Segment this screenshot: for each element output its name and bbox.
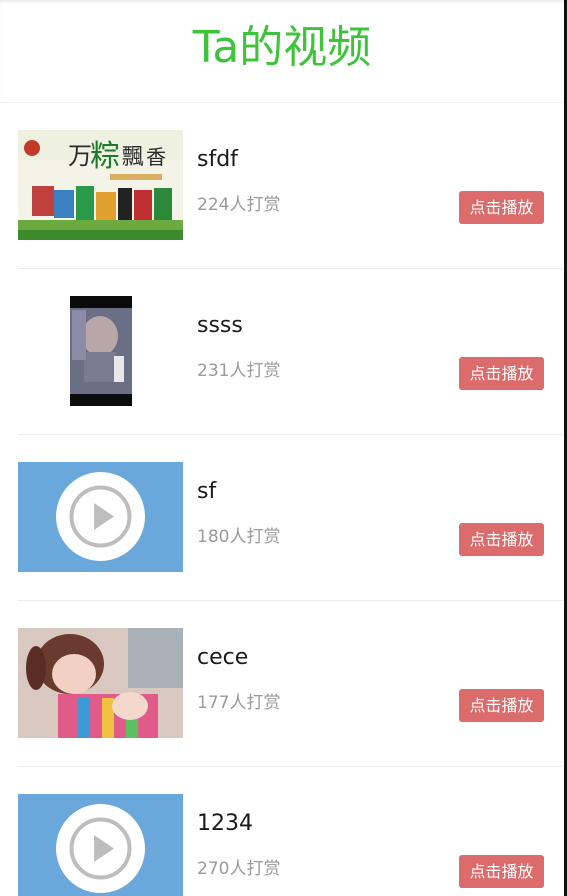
- video-list: 万 粽 飄 香 sfdf 224人打赏 点击播放 ssss 231人打赏 点击播…: [0, 103, 564, 896]
- video-item[interactable]: ssss 231人打赏 点击播放: [18, 269, 564, 435]
- video-item[interactable]: cece 177人打赏 点击播放: [18, 601, 564, 767]
- video-title: sfdf: [197, 147, 238, 172]
- video-title: sf: [197, 479, 217, 504]
- video-thumbnail[interactable]: [18, 462, 183, 572]
- header: Ta的视频: [0, 0, 564, 103]
- video-thumbnail[interactable]: [18, 296, 183, 406]
- play-button[interactable]: 点击播放: [459, 523, 544, 556]
- play-icon: [56, 804, 145, 893]
- video-title: cece: [197, 645, 249, 670]
- video-item[interactable]: sf 180人打赏 点击播放: [18, 435, 564, 601]
- video-thumbnail[interactable]: 万 粽 飄 香: [18, 130, 183, 240]
- video-item[interactable]: 万 粽 飄 香 sfdf 224人打赏 点击播放: [18, 103, 564, 269]
- page-title: Ta的视频: [192, 22, 372, 73]
- video-title: 1234: [197, 811, 253, 836]
- svg-text:粽: 粽: [90, 139, 120, 174]
- svg-text:飄: 飄: [122, 145, 144, 170]
- video-title: ssss: [197, 313, 243, 338]
- page: Ta的视频 万 粽 飄 香 sfdf 224人打赏 点击播放 ssss 231人…: [0, 0, 567, 896]
- play-icon: [56, 472, 145, 561]
- play-button[interactable]: 点击播放: [459, 855, 544, 888]
- video-thumbnail[interactable]: [18, 794, 183, 896]
- play-button[interactable]: 点击播放: [459, 191, 544, 224]
- play-button[interactable]: 点击播放: [459, 689, 544, 722]
- svg-text:万: 万: [68, 142, 92, 170]
- reward-count: 231人打赏: [197, 361, 281, 381]
- video-item[interactable]: 1234 270人打赏 点击播放: [18, 767, 564, 896]
- svg-text:香: 香: [146, 145, 166, 169]
- reward-count: 177人打赏: [197, 693, 281, 713]
- reward-count: 270人打赏: [197, 859, 281, 879]
- reward-count: 224人打赏: [197, 195, 281, 215]
- video-thumbnail[interactable]: [18, 628, 183, 738]
- reward-count: 180人打赏: [197, 527, 281, 547]
- play-button[interactable]: 点击播放: [459, 357, 544, 390]
